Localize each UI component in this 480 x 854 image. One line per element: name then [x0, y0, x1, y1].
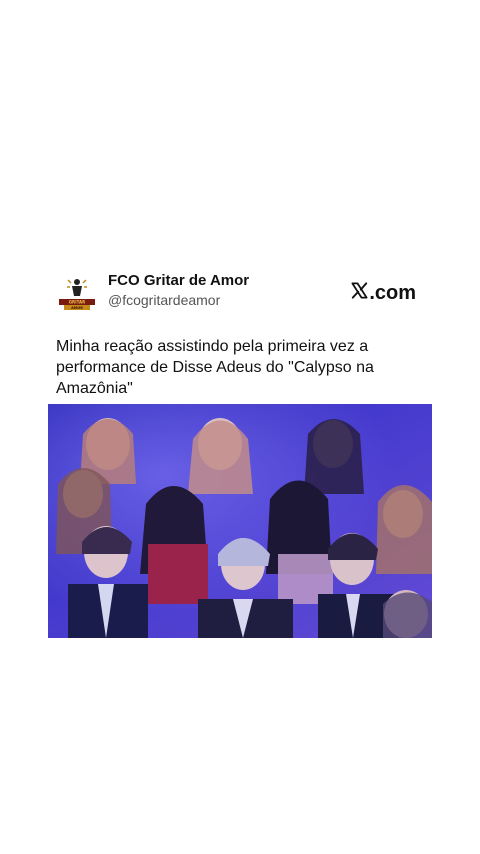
svg-text:AMOR: AMOR — [71, 306, 83, 310]
tweet-media-image[interactable] — [48, 404, 432, 638]
svg-text:GRITAR: GRITAR — [69, 300, 85, 305]
band-logo-icon: GRITAR AMOR — [59, 276, 95, 310]
source-label[interactable]: .com — [350, 280, 416, 306]
avatar[interactable]: GRITAR AMOR — [56, 272, 98, 314]
account-names: FCO Gritar de Amor @fcogritardeamor — [108, 272, 249, 309]
tweet-text: Minha reação assistindo pela primeira ve… — [56, 338, 374, 397]
tweet-header: GRITAR AMOR FCO Gritar de Amor @fcogrita… — [56, 272, 432, 312]
display-name[interactable]: FCO Gritar de Amor — [108, 272, 249, 290]
source-text: .com — [369, 281, 416, 304]
x-logo-icon — [350, 280, 369, 306]
user-handle[interactable]: @fcogritardeamor — [108, 291, 249, 309]
